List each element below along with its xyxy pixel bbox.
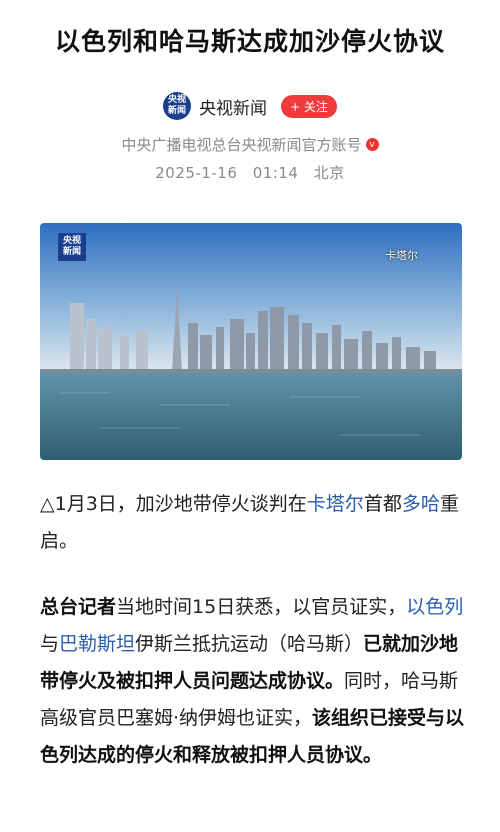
logo-text: 央视 — [168, 95, 187, 105]
paragraph-1: △1月3日，加沙地带停火谈判在卡塔尔首都多哈重启。 — [40, 486, 465, 560]
account-description: 中央广播电视总台央视新闻官方账号 — [121, 136, 362, 154]
source-row: 央视 新闻 央视新闻 + 关注 — [0, 92, 500, 120]
account-description-row: 中央广播电视总台央视新闻官方账号 v — [0, 134, 500, 155]
link-israel[interactable]: 以色列 — [406, 596, 463, 618]
follow-button[interactable]: + 关注 — [281, 94, 337, 118]
text: 伊斯兰抵抗运动（哈马斯） — [135, 633, 364, 655]
cctv-watermark-icon: 央视 新闻 — [58, 233, 86, 261]
bold-text: 总台记者 — [40, 596, 117, 618]
watermark-text: 央视 — [62, 236, 81, 246]
paragraph-2: 总台记者当地时间15日获悉，以官员证实，以色列与巴勒斯坦伊斯兰抵抗运动（哈马斯）… — [40, 589, 465, 774]
logo-text: 新闻 — [168, 106, 187, 116]
link-qatar[interactable]: 卡塔尔 — [307, 493, 364, 515]
source-logo-icon[interactable]: 央视 新闻 — [163, 92, 192, 120]
hero-image[interactable]: 央视 新闻 卡塔尔 — [40, 223, 462, 460]
publish-meta: 2025-1-16 01:14 北京 — [0, 162, 500, 183]
link-doha[interactable]: 多哈 — [402, 493, 440, 515]
text: △1月3日，加沙地带停火谈判在 — [40, 493, 307, 515]
text: 当地时间15日获悉，以官员证实， — [116, 596, 407, 618]
verified-badge-icon: v — [365, 138, 379, 151]
source-name[interactable]: 央视新闻 — [199, 94, 267, 119]
image-location-caption: 卡塔尔 — [385, 249, 418, 262]
article-title: 以色列和哈马斯达成加沙停火协议 — [54, 27, 445, 56]
publish-time: 01:14 — [252, 164, 299, 182]
publish-location: 北京 — [313, 164, 345, 182]
text: 与 — [40, 633, 60, 655]
watermark-text: 新闻 — [62, 247, 81, 257]
text: 首都 — [363, 493, 402, 515]
publish-date: 2025-1-16 — [155, 164, 238, 182]
link-palestine[interactable]: 巴勒斯坦 — [59, 633, 135, 655]
